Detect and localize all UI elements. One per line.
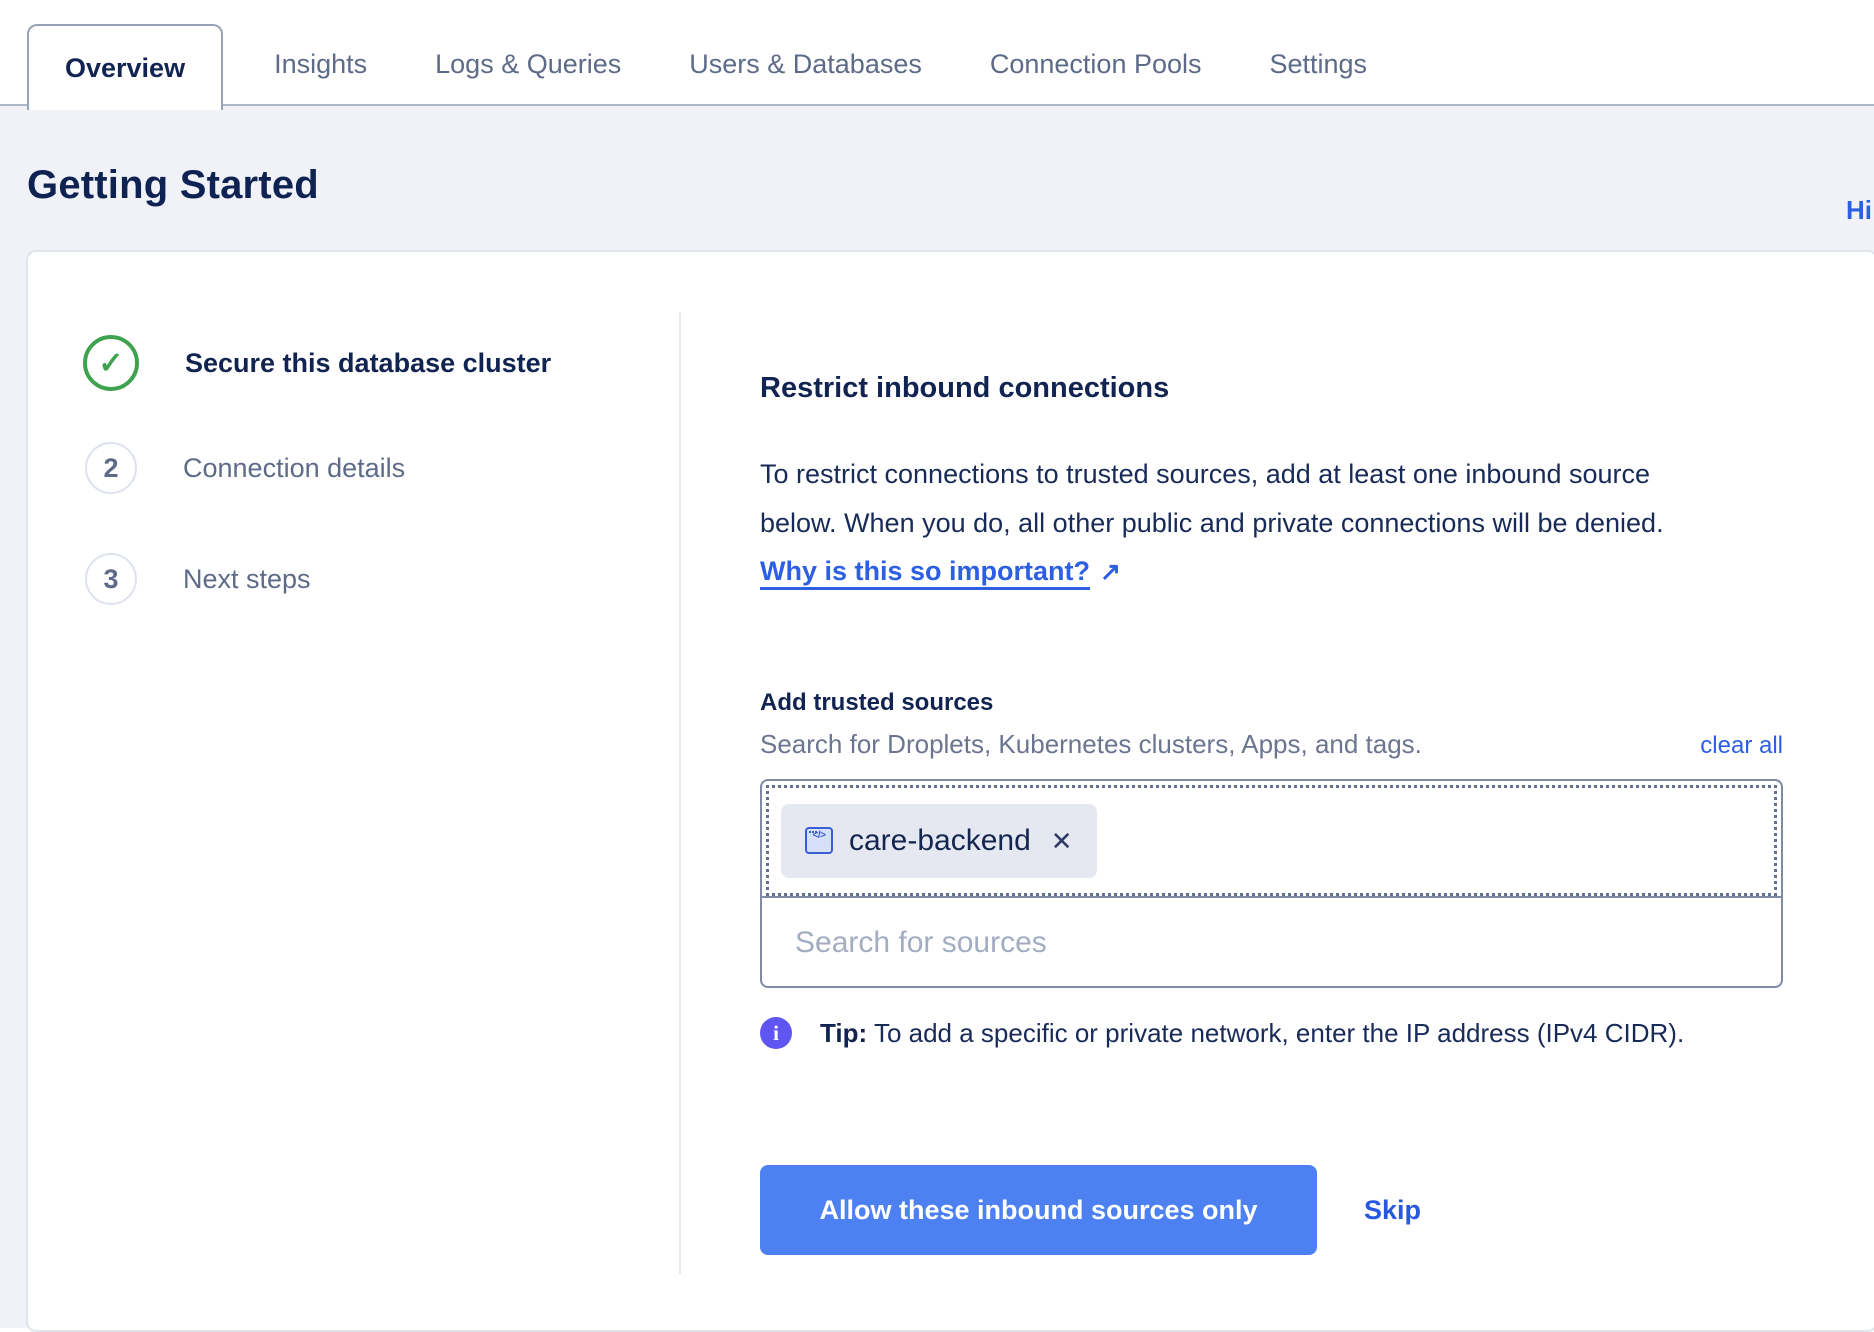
step-next-steps-label: Next steps bbox=[183, 564, 311, 595]
tip-row: i Tip: To add a specific or private netw… bbox=[760, 1017, 1684, 1049]
step-next-steps[interactable]: 3 Next steps bbox=[28, 553, 311, 605]
tip-body: To add a specific or private network, en… bbox=[874, 1018, 1684, 1048]
trusted-source-chip: </> care-backend ✕ bbox=[781, 804, 1097, 878]
info-icon: i bbox=[760, 1017, 792, 1049]
actions-row: Allow these inbound sources only Skip bbox=[760, 1165, 1421, 1255]
why-important-link[interactable]: Why is this so important? bbox=[760, 556, 1090, 587]
tab-logs-queries-label: Logs & Queries bbox=[435, 49, 621, 80]
tab-connection-pools-label: Connection Pools bbox=[990, 49, 1202, 80]
clear-all-link[interactable]: clear all bbox=[1700, 732, 1783, 760]
tab-insights[interactable]: Insights bbox=[257, 24, 384, 104]
check-circle-icon: ✓ bbox=[83, 335, 139, 391]
search-sources-input[interactable] bbox=[762, 898, 1781, 988]
tab-settings-label: Settings bbox=[1270, 49, 1368, 80]
tab-users-databases[interactable]: Users & Databases bbox=[672, 24, 939, 104]
chip-remove-icon[interactable]: ✕ bbox=[1051, 828, 1073, 854]
allow-inbound-sources-button[interactable]: Allow these inbound sources only bbox=[760, 1165, 1317, 1255]
panel-description-line1: To restrict connections to trusted sourc… bbox=[760, 450, 1840, 499]
step-3-circle: 3 bbox=[85, 553, 137, 605]
tab-overview[interactable]: Overview bbox=[27, 24, 223, 110]
trusted-source-chip-label: care-backend bbox=[849, 824, 1031, 858]
tab-logs-queries[interactable]: Logs & Queries bbox=[418, 24, 638, 104]
tab-overview-label: Overview bbox=[65, 53, 185, 84]
step-secure-cluster-label: Secure this database cluster bbox=[185, 348, 551, 379]
step-connection-details-label: Connection details bbox=[183, 453, 405, 484]
why-important-row: Why is this so important? ↗ bbox=[760, 556, 1121, 587]
add-trusted-sources-label: Add trusted sources bbox=[760, 689, 993, 717]
page-title: Getting Started bbox=[27, 163, 319, 208]
step-2-circle: 2 bbox=[85, 442, 137, 494]
panel-description: To restrict connections to trusted sourc… bbox=[760, 450, 1840, 548]
tab-bar: Overview Insights Logs & Queries Users &… bbox=[0, 0, 1874, 106]
tip-label: Tip: bbox=[820, 1018, 867, 1048]
step-3-number: 3 bbox=[103, 564, 118, 595]
tab-list: Overview Insights Logs & Queries Users &… bbox=[0, 0, 1874, 104]
skip-link[interactable]: Skip bbox=[1364, 1195, 1421, 1226]
steps-content-divider bbox=[679, 312, 681, 1274]
sources-hint-text: Search for Droplets, Kubernetes clusters… bbox=[760, 729, 1422, 760]
tab-connection-pools[interactable]: Connection Pools bbox=[973, 24, 1219, 104]
step-secure-cluster[interactable]: ✓ Secure this database cluster bbox=[28, 335, 551, 391]
external-arrow-icon: ↗ bbox=[1100, 557, 1121, 587]
tab-users-databases-label: Users & Databases bbox=[689, 49, 922, 80]
step-2-number: 2 bbox=[103, 453, 118, 484]
app-icon: </> bbox=[805, 827, 833, 854]
tip-text: Tip: To add a specific or private networ… bbox=[820, 1018, 1684, 1049]
panel-description-line2: below. When you do, all other public and… bbox=[760, 499, 1840, 548]
check-icon: ✓ bbox=[98, 346, 123, 381]
sources-hint-row: Search for Droplets, Kubernetes clusters… bbox=[760, 729, 1783, 760]
selected-sources-area[interactable]: </> care-backend ✕ bbox=[766, 785, 1777, 896]
tab-insights-label: Insights bbox=[274, 49, 367, 80]
step-connection-details[interactable]: 2 Connection details bbox=[28, 442, 405, 494]
hide-link[interactable]: Hi bbox=[1846, 195, 1872, 226]
panel-heading: Restrict inbound connections bbox=[760, 372, 1169, 405]
trusted-sources-box: </> care-backend ✕ bbox=[760, 779, 1783, 988]
getting-started-card: ✓ Secure this database cluster 2 Connect… bbox=[26, 250, 1874, 1332]
tab-settings[interactable]: Settings bbox=[1253, 24, 1385, 104]
getting-started-section: Getting Started Hi ✓ Secure this databas… bbox=[0, 106, 1874, 1328]
